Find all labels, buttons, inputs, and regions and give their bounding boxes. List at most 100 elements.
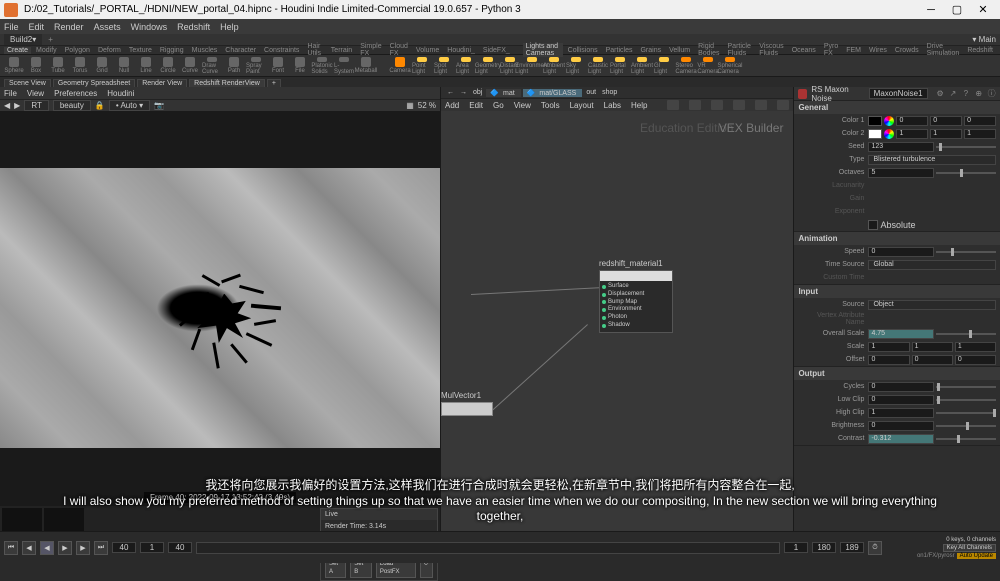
menu-help[interactable]: Help	[220, 22, 239, 32]
parm-slider[interactable]	[936, 399, 996, 401]
shelf-tool[interactable]: Font	[268, 57, 288, 75]
close-button[interactable]: ✕	[970, 1, 996, 19]
first-frame-button[interactable]: ⏮	[4, 541, 18, 555]
parm-slider[interactable]	[936, 251, 996, 253]
rv-zoom-field[interactable]: 52 %	[418, 101, 436, 110]
shelf-tool[interactable]: Geometry Light	[478, 57, 498, 75]
frame-field[interactable]: 1	[140, 542, 164, 553]
minimize-button[interactable]: ─	[918, 1, 944, 19]
shelf-tab[interactable]: Collisions	[565, 47, 601, 54]
parm-slider[interactable]	[936, 333, 996, 335]
parm-input[interactable]: 0	[955, 355, 996, 365]
parm-icon[interactable]: ?	[961, 89, 970, 99]
shelf-tab[interactable]: Crowds	[892, 47, 922, 54]
shelf-tool[interactable]: Line	[136, 57, 156, 75]
shelf-tab[interactable]: Particle Fluids	[725, 43, 755, 57]
color-picker-icon[interactable]	[884, 129, 894, 139]
parm-dropdown[interactable]: Global	[868, 260, 996, 270]
parm-input[interactable]: 1	[912, 342, 953, 352]
shelf-tool[interactable]: Metaball	[356, 57, 376, 75]
parm-input[interactable]: 0	[868, 421, 934, 431]
parm-input[interactable]: 0	[930, 116, 962, 126]
shelf-tab[interactable]: Redshift	[964, 47, 996, 54]
shelf-tab[interactable]: Modify	[33, 47, 60, 54]
shelf-tool[interactable]: Draw Curve	[202, 57, 222, 75]
parm-input[interactable]: 0	[868, 247, 934, 257]
shelf-tool[interactable]: Circle	[158, 57, 178, 75]
desktop-selector[interactable]: Build2 ▾	[4, 34, 42, 45]
shelf-tab[interactable]: Deform	[95, 47, 124, 54]
net-toolbar-icon[interactable]	[733, 100, 745, 110]
section-input[interactable]: Input	[794, 285, 1000, 298]
shelf-tool[interactable]: Spherical Camera	[720, 57, 740, 75]
rv-auto-dropdown[interactable]: • Auto ▾	[109, 100, 150, 111]
net-menu-labs[interactable]: Labs	[604, 101, 621, 110]
shelf-tab[interactable]: SideFX_	[480, 47, 513, 54]
shelf-tool[interactable]: Sky Light	[566, 57, 586, 75]
section-output[interactable]: Output	[794, 367, 1000, 380]
menu-file[interactable]: File	[4, 22, 19, 32]
parm-input[interactable]: 1	[930, 129, 962, 139]
shelf-tab[interactable]: Particles	[603, 47, 636, 54]
node-redshift-material[interactable]: redshift_material1 Surface Displacement …	[599, 259, 673, 333]
shelf-tab[interactable]: Cloud FX	[387, 43, 411, 57]
rv-nav-back[interactable]: ◀	[4, 101, 10, 110]
net-menu-view[interactable]: View	[514, 101, 531, 110]
path-mat[interactable]: 🔷 mat	[486, 89, 520, 97]
shelf-tab[interactable]: FEM	[843, 47, 864, 54]
parm-dropdown[interactable]: Object	[868, 300, 996, 310]
shelf-tab[interactable]: Grains	[637, 47, 664, 54]
color-swatch[interactable]	[868, 116, 882, 126]
refresh-button[interactable]: ⟳	[420, 560, 433, 578]
rv-grid-icon[interactable]: ▦	[406, 101, 414, 110]
nav-fwd-icon[interactable]: →	[458, 89, 469, 96]
add-pane-tab[interactable]: +	[267, 79, 281, 87]
color-picker-icon[interactable]	[884, 116, 894, 126]
play-backward-button[interactable]: ◀	[40, 541, 54, 555]
parm-slider[interactable]	[936, 172, 996, 174]
key-all-button[interactable]: Key All Channels	[943, 544, 996, 552]
pane-tab[interactable]: Scene View	[4, 79, 51, 87]
shelf-tab[interactable]: Viscous Fluids	[756, 43, 786, 57]
menu-render[interactable]: Render	[54, 22, 84, 32]
section-general[interactable]: General	[794, 101, 1000, 114]
rv-camera-icon[interactable]: 📷	[154, 101, 164, 110]
gear-icon[interactable]: ⚙	[936, 89, 945, 99]
section-animation[interactable]: Animation	[794, 232, 1000, 245]
current-frame-field[interactable]: 40	[112, 542, 136, 553]
parm-input[interactable]: 0	[868, 382, 934, 392]
shelf-tool[interactable]: L-System	[334, 57, 354, 75]
frame-field[interactable]: 40	[168, 542, 192, 553]
parm-input[interactable]: 0	[964, 116, 996, 126]
shelf-tab[interactable]: Lights and Cameras	[523, 43, 563, 57]
net-menu-tools[interactable]: Tools	[541, 101, 560, 110]
parm-slider[interactable]	[936, 438, 996, 440]
color-swatch[interactable]	[868, 129, 882, 139]
shelf-tool[interactable]: Stereo Camera	[676, 57, 696, 75]
parm-input[interactable]: 5	[868, 168, 934, 178]
parm-input[interactable]: 1	[896, 129, 928, 139]
rv-lock-icon[interactable]: 🔒	[95, 101, 105, 110]
shelf-tab[interactable]: Drive Simulation	[924, 43, 963, 57]
pane-tab[interactable]: Render View	[137, 79, 187, 87]
shelf-tab[interactable]: Rigid Bodies	[695, 43, 722, 57]
parm-input[interactable]: 4.75	[868, 329, 934, 339]
shelf-tab[interactable]: Oceans	[789, 47, 819, 54]
rv-menu-file[interactable]: File	[4, 89, 17, 98]
shelf-tool[interactable]: Ambient Light	[632, 57, 652, 75]
menu-redshift[interactable]: Redshift	[177, 22, 210, 32]
net-menu-add[interactable]: Add	[445, 101, 459, 110]
path-obj[interactable]: obj	[471, 89, 484, 96]
net-menu-edit[interactable]: Edit	[469, 101, 483, 110]
range-field[interactable]: 189	[840, 542, 864, 553]
shelf-tab[interactable]: Create	[4, 47, 31, 54]
rv-menu-view[interactable]: View	[27, 89, 44, 98]
parm-checkbox[interactable]	[868, 220, 878, 230]
set-a-button[interactable]: Set A	[325, 560, 346, 578]
parm-input[interactable]: 1	[964, 129, 996, 139]
path-current[interactable]: 🔷 mat/GLASS	[523, 89, 583, 97]
shelf-tab[interactable]: Texture	[126, 47, 155, 54]
shelf-tool[interactable]: GI Light	[654, 57, 674, 75]
shelf-tool[interactable]: Spot Light	[434, 57, 454, 75]
net-menu-go[interactable]: Go	[493, 101, 504, 110]
